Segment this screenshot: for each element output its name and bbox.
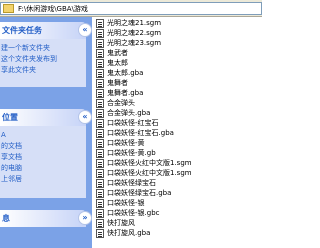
file-item[interactable]: 鬼舞者.gba	[96, 88, 262, 98]
file-name: 口袋妖怪-银	[107, 199, 145, 207]
file-icon	[96, 189, 104, 198]
file-item[interactable]: 口袋妖怪绿宝石.gba	[96, 188, 262, 198]
file-name: 鬼太郎	[107, 59, 128, 67]
details-header[interactable]: 息 »	[0, 210, 92, 227]
file-name: 口袋妖怪绿宝石.gba	[107, 189, 172, 197]
file-item[interactable]: 口袋妖怪-银.gbc	[96, 208, 262, 218]
file-name: 光明之魂23.sgm	[107, 39, 162, 47]
file-icon	[96, 149, 104, 158]
file-item[interactable]: 口袋妖怪-银	[96, 198, 262, 208]
file-item[interactable]: 光明之魂22.sgm	[96, 28, 262, 38]
file-name: 口袋妖怪-红宝石	[107, 119, 159, 127]
place-my-documents[interactable]: 的文档	[1, 141, 86, 152]
file-icon	[96, 229, 104, 238]
file-name: 鬼武者	[107, 49, 128, 57]
file-name: 鬼舞者	[107, 79, 128, 87]
file-icon	[96, 109, 104, 118]
task-publish-folder[interactable]: 这个文件夹发布到	[1, 54, 86, 65]
file-item[interactable]: 合金弹头.gba	[96, 108, 262, 118]
file-name: 光明之魂21.sgm	[107, 19, 162, 27]
address-input[interactable]: F:\休闲游戏\GBA\游戏	[0, 2, 262, 15]
file-item[interactable]: 口袋妖怪-黄.gb	[96, 148, 262, 158]
other-places-header[interactable]: 位置 «	[0, 109, 92, 126]
file-name: 合金弹头	[107, 99, 135, 107]
file-item[interactable]: 口袋妖怪-红宝石	[96, 118, 262, 128]
place-network[interactable]: 上邻居	[1, 174, 86, 185]
file-item[interactable]: 鬼武者	[96, 48, 262, 58]
file-name: 快打旋风.gba	[107, 229, 151, 237]
details-panel: 息 »	[0, 210, 92, 227]
file-name: 口袋妖怪火红中文版1.sgm	[107, 169, 192, 177]
other-places-panel: 位置 « A 的文档 享文档 的电脑 上邻居	[0, 109, 92, 198]
file-item[interactable]: 口袋妖怪绿宝石	[96, 178, 262, 188]
file-name: 口袋妖怪-黄.gb	[107, 149, 156, 157]
place-gba[interactable]: A	[1, 130, 86, 141]
file-icon	[96, 89, 104, 98]
file-name: 口袋妖怪-黄	[107, 139, 145, 147]
file-item[interactable]: 口袋妖怪-黄	[96, 138, 262, 148]
file-name: 鬼舞者.gba	[107, 89, 144, 97]
task-pane: 文件夹任务 « 建一个新文件夹 这个文件夹发布到 享此文件夹 位置 « A 的文…	[0, 17, 92, 248]
details-title: 息	[2, 214, 10, 223]
address-bar: F:\休闲游戏\GBA\游戏	[0, 0, 262, 17]
task-new-folder[interactable]: 建一个新文件夹	[1, 43, 86, 54]
other-places-body: A 的文档 享文档 的电脑 上邻居	[0, 126, 86, 198]
file-icon	[96, 49, 104, 58]
file-icon	[96, 69, 104, 78]
file-list: 光明之魂21.sgm 光明之魂22.sgm 光明之魂23.sgm 鬼武者 鬼太郎…	[92, 17, 262, 248]
file-item[interactable]: 快打旋风	[96, 218, 262, 228]
file-icon	[96, 169, 104, 178]
address-path: F:\休闲游戏\GBA\游戏	[18, 5, 88, 13]
file-item[interactable]: 快打旋风.gba	[96, 228, 262, 238]
file-name: 口袋妖怪-红宝石.gba	[107, 129, 174, 137]
folder-icon	[3, 4, 14, 13]
file-item[interactable]: 鬼太郎.gba	[96, 68, 262, 78]
file-item[interactable]: 口袋妖怪火红中文版1.sgm	[96, 168, 262, 178]
file-name: 口袋妖怪-银.gbc	[107, 209, 160, 217]
file-icon	[96, 129, 104, 138]
file-icon	[96, 79, 104, 88]
place-shared-documents[interactable]: 享文档	[1, 152, 86, 163]
file-tasks-header[interactable]: 文件夹任务 «	[0, 22, 92, 39]
file-item[interactable]: 口袋妖怪火红中文版1.sgm	[96, 158, 262, 168]
file-icon	[96, 159, 104, 168]
file-item[interactable]: 鬼舞者	[96, 78, 262, 88]
file-icon	[96, 99, 104, 108]
file-name: 合金弹头.gba	[107, 109, 151, 117]
collapse-icon[interactable]: «	[78, 110, 92, 124]
file-item[interactable]: 合金弹头	[96, 98, 262, 108]
file-name: 快打旋风	[107, 219, 135, 227]
file-icon	[96, 59, 104, 68]
file-tasks-body: 建一个新文件夹 这个文件夹发布到 享此文件夹	[0, 39, 86, 87]
file-name: 口袋妖怪绿宝石	[107, 179, 156, 187]
file-icon	[96, 139, 104, 148]
file-name: 口袋妖怪火红中文版1.sgm	[107, 159, 192, 167]
task-share-folder[interactable]: 享此文件夹	[1, 65, 86, 76]
file-tasks-title: 文件夹任务	[2, 26, 42, 35]
file-name: 鬼太郎.gba	[107, 69, 144, 77]
expand-icon[interactable]: »	[78, 211, 92, 225]
file-item[interactable]: 光明之魂21.sgm	[96, 18, 262, 28]
file-item[interactable]: 光明之魂23.sgm	[96, 38, 262, 48]
file-name: 光明之魂22.sgm	[107, 29, 162, 37]
file-icon	[96, 19, 104, 28]
collapse-icon[interactable]: «	[78, 23, 92, 37]
file-icon	[96, 29, 104, 38]
other-places-title: 位置	[2, 113, 18, 122]
file-icon	[96, 209, 104, 218]
file-item[interactable]: 口袋妖怪-红宝石.gba	[96, 128, 262, 138]
file-icon	[96, 179, 104, 188]
file-icon	[96, 119, 104, 128]
file-item[interactable]: 鬼太郎	[96, 58, 262, 68]
file-icon	[96, 39, 104, 48]
file-icon	[96, 199, 104, 208]
file-icon	[96, 219, 104, 228]
place-my-computer[interactable]: 的电脑	[1, 163, 86, 174]
file-tasks-panel: 文件夹任务 « 建一个新文件夹 这个文件夹发布到 享此文件夹	[0, 22, 92, 87]
